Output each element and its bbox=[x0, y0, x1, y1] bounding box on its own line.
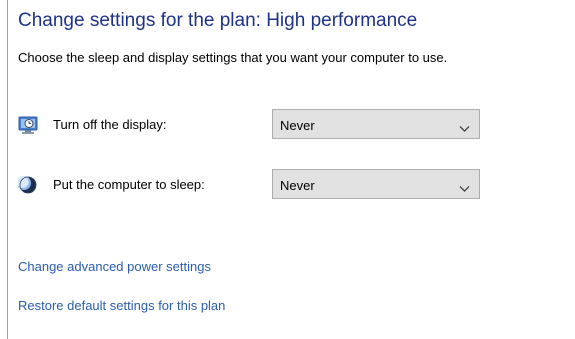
setting-label-sleep: Put the computer to sleep: bbox=[53, 177, 205, 192]
advanced-power-settings-link[interactable]: Change advanced power settings bbox=[18, 259, 211, 274]
page-title: Change settings for the plan: High perfo… bbox=[18, 10, 418, 31]
sleep-timeout-select[interactable]: Never bbox=[272, 169, 480, 199]
display-icon bbox=[18, 115, 40, 135]
setting-row-display: Turn off the display: Never bbox=[18, 109, 488, 141]
setting-label-display: Turn off the display: bbox=[53, 117, 167, 132]
display-timeout-value: Never bbox=[280, 118, 315, 133]
chevron-down-icon bbox=[459, 180, 470, 192]
sleep-moon-icon bbox=[16, 175, 40, 195]
display-timeout-select[interactable]: Never bbox=[272, 109, 480, 139]
sleep-timeout-value: Never bbox=[280, 178, 315, 193]
window-left-border bbox=[7, 0, 8, 339]
chevron-down-icon bbox=[459, 120, 470, 132]
setting-row-sleep: Put the computer to sleep: Never bbox=[16, 169, 488, 201]
page-subtitle: Choose the sleep and display settings th… bbox=[18, 50, 448, 65]
restore-defaults-link[interactable]: Restore default settings for this plan bbox=[18, 298, 225, 313]
